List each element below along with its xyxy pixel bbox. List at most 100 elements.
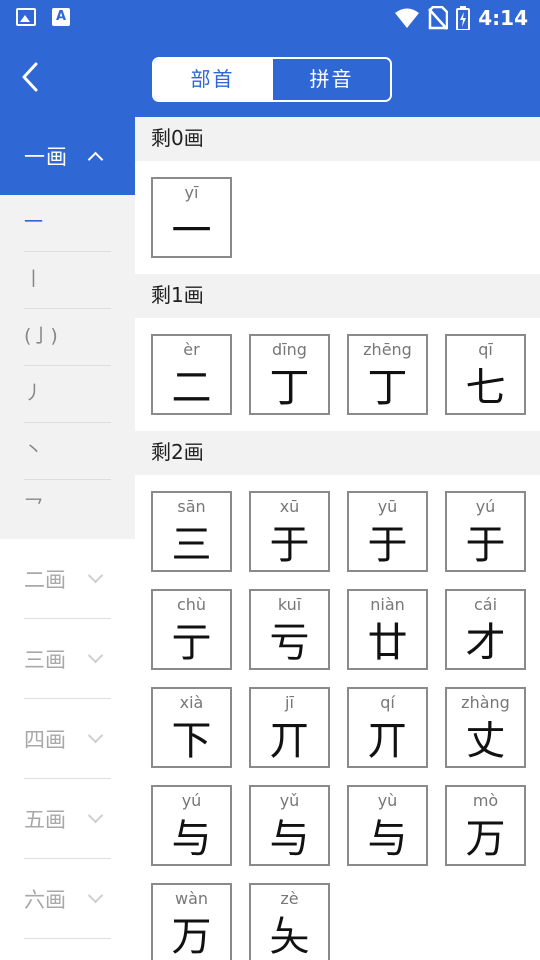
character-card[interactable]: yū 于: [347, 491, 428, 572]
pinyin-label: zhàng: [461, 693, 510, 712]
stroke-group-label: 一画: [24, 145, 68, 169]
hanzi-character: 丌: [367, 718, 408, 764]
stroke-group-label: 四画: [24, 727, 66, 752]
character-card[interactable]: wàn 万: [151, 883, 232, 960]
stroke-group[interactable]: 四画: [24, 699, 111, 779]
radical-list: 一 丨 (亅) 丿 丶 乛: [0, 195, 135, 539]
character-card[interactable]: èr 二: [151, 334, 232, 415]
hanzi-character: 三: [171, 522, 212, 568]
character-card[interactable]: chù 亍: [151, 589, 232, 670]
character-card[interactable]: qí 丌: [347, 687, 428, 768]
hanzi-character: 于: [269, 522, 310, 568]
character-card[interactable]: yú 于: [445, 491, 526, 572]
chevron-down-icon: [87, 727, 104, 744]
chevron-up-icon: [87, 151, 104, 167]
pinyin-label: yū: [377, 497, 398, 516]
character-card[interactable]: cái 才: [445, 589, 526, 670]
back-arrow-icon[interactable]: [14, 60, 48, 94]
pinyin-label: yù: [377, 791, 398, 810]
character-card[interactable]: jī 丌: [249, 687, 330, 768]
pinyin-label: xū: [279, 497, 300, 516]
pinyin-label: yǔ: [279, 791, 300, 810]
character-list: 剩0画 yī 一剩1画 èr 二 dīng 丁 zhēng 丁 qī 七剩2画 sān 三 xū 于 yū 于 y…: [135, 117, 540, 960]
hanzi-character: 一: [171, 208, 212, 254]
hanzi-character: 夨: [269, 914, 310, 960]
hanzi-character: 丁: [367, 365, 408, 411]
battery-charging-icon: [456, 6, 471, 30]
radical-item[interactable]: 丶: [24, 423, 111, 480]
stroke-group[interactable]: 五画: [24, 779, 111, 859]
chevron-down-icon: [87, 807, 104, 824]
character-grid: yī 一: [135, 161, 540, 274]
stroke-group-label: 二画: [24, 567, 66, 592]
hanzi-character: 与: [171, 816, 212, 862]
status-left-icons: A: [16, 8, 70, 26]
section-header: 剩0画: [135, 117, 540, 161]
stroke-group[interactable]: 二画: [24, 539, 111, 619]
no-sim-icon: [428, 6, 449, 30]
character-card[interactable]: yú 与: [151, 785, 232, 866]
pinyin-label: xià: [179, 693, 204, 712]
hanzi-character: 廿: [367, 620, 408, 666]
character-card[interactable]: mò 万: [445, 785, 526, 866]
stroke-sidebar: 一画 一 丨 (亅) 丿 丶 乛 二画 三画 四画 五画 六画: [0, 117, 135, 960]
radical-item[interactable]: 丨: [24, 252, 111, 309]
pinyin-label: wàn: [174, 889, 209, 908]
section-header: 剩1画: [135, 274, 540, 318]
character-card[interactable]: yù 与: [347, 785, 428, 866]
app-header: 部首 拼音: [0, 36, 540, 117]
character-card[interactable]: xū 于: [249, 491, 330, 572]
character-card[interactable]: dīng 丁: [249, 334, 330, 415]
pinyin-label: niàn: [370, 595, 405, 614]
status-bar: A 4:14: [0, 0, 540, 36]
pinyin-label: qí: [380, 693, 395, 712]
radical-item[interactable]: 丿: [24, 366, 111, 423]
pinyin-label: kuī: [277, 595, 302, 614]
stroke-group-1-active[interactable]: 一画: [0, 117, 135, 195]
pinyin-label: sān: [177, 497, 206, 516]
hanzi-character: 丁: [269, 365, 310, 411]
character-grid: sān 三 xū 于 yū 于 yú 于 chù 亍 kuī 亏 niàn 廿 cái 才 xià 下 jī 丌 qí 丌…: [135, 475, 540, 960]
character-card[interactable]: yī 一: [151, 177, 232, 258]
hanzi-character: 二: [171, 365, 212, 411]
character-card[interactable]: zhàng 丈: [445, 687, 526, 768]
hanzi-character: 下: [171, 718, 212, 764]
hanzi-character: 才: [465, 620, 506, 666]
character-card[interactable]: niàn 廿: [347, 589, 428, 670]
status-right-icons: 4:14: [394, 4, 528, 32]
hanzi-character: 亏: [269, 620, 310, 666]
character-card[interactable]: zhēng 丁: [347, 334, 428, 415]
character-card[interactable]: yǔ 与: [249, 785, 330, 866]
hanzi-character: 丌: [269, 718, 310, 764]
pinyin-label: dīng: [272, 340, 307, 359]
mode-segmented-control: 部首 拼音: [152, 57, 392, 102]
character-grid: èr 二 dīng 丁 zhēng 丁 qī 七: [135, 318, 540, 431]
hanzi-character: 于: [367, 522, 408, 568]
pinyin-label: cái: [473, 595, 498, 614]
radical-item[interactable]: (亅): [24, 309, 111, 366]
stroke-group[interactable]: 三画: [24, 619, 111, 699]
character-card[interactable]: sān 三: [151, 491, 232, 572]
pinyin-label: qī: [478, 340, 493, 359]
stroke-group-label: 六画: [24, 887, 66, 912]
tab-pinyin[interactable]: 拼音: [271, 59, 390, 100]
radical-item-selected[interactable]: 一: [24, 195, 111, 252]
radical-item[interactable]: 乛: [24, 480, 111, 537]
chevron-down-icon: [87, 647, 104, 664]
stroke-group[interactable]: 六画: [24, 859, 111, 939]
pinyin-label: èr: [183, 340, 200, 359]
stroke-group-label: 五画: [24, 807, 66, 832]
hanzi-character: 与: [367, 816, 408, 862]
hanzi-character: 与: [269, 816, 310, 862]
tab-radical[interactable]: 部首: [154, 59, 271, 100]
hanzi-character: 丈: [465, 718, 506, 764]
character-card[interactable]: zè 夨: [249, 883, 330, 960]
character-card[interactable]: qī 七: [445, 334, 526, 415]
pinyin-label: chù: [176, 595, 207, 614]
character-card[interactable]: kuī 亏: [249, 589, 330, 670]
wifi-icon: [395, 8, 420, 28]
character-card[interactable]: xià 下: [151, 687, 232, 768]
chevron-down-icon: [87, 887, 104, 904]
a-letter-icon: A: [52, 8, 70, 26]
hanzi-character: 万: [465, 816, 506, 862]
